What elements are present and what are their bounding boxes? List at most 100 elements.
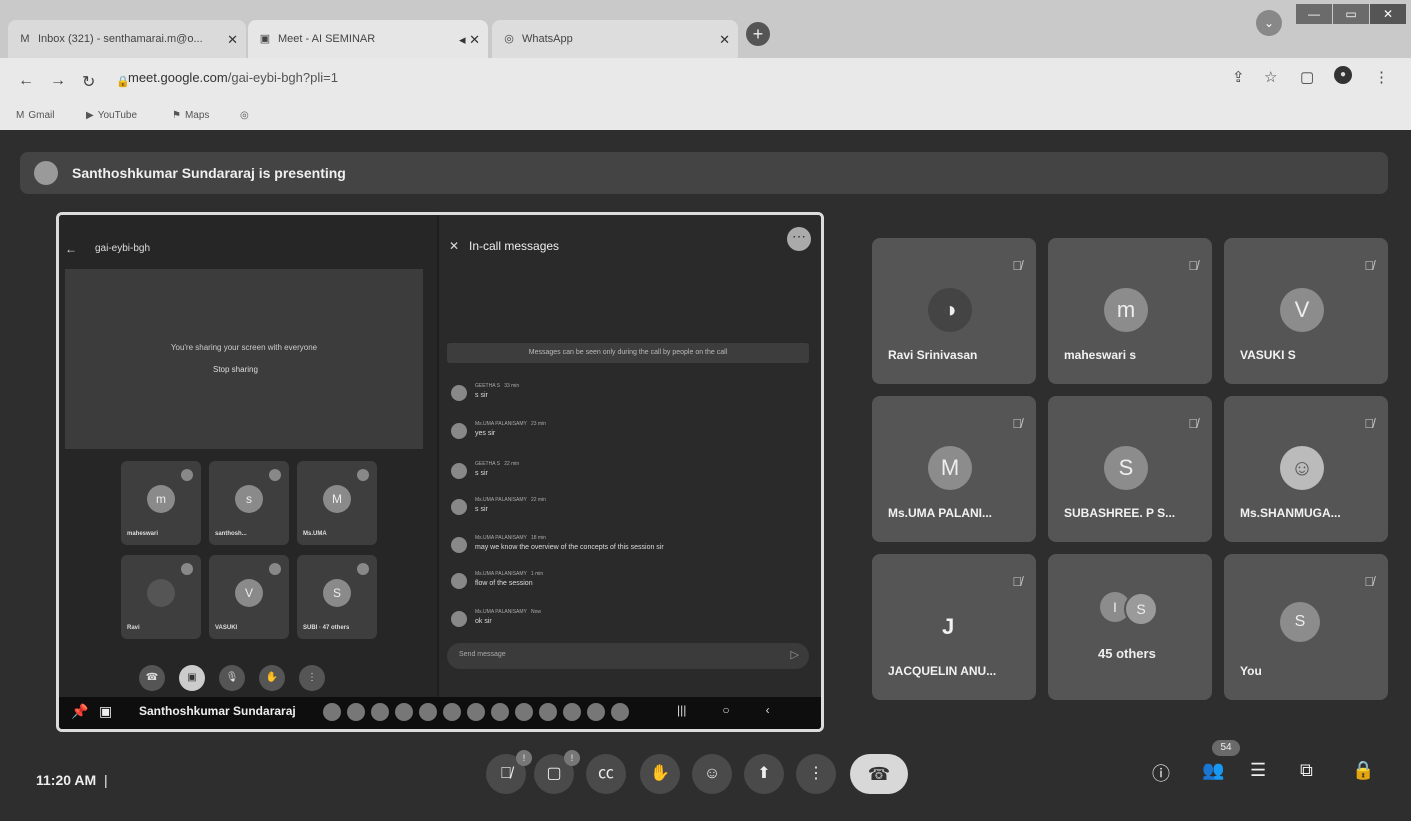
participant-tile[interactable]: 🎙̸ m maheswari s xyxy=(1048,238,1212,384)
captions-button[interactable]: ㏄ xyxy=(586,754,626,794)
tab-gmail[interactable]: M Inbox (321) - senthamarai.m@o... ✕ xyxy=(8,20,246,58)
side-panel-icon[interactable]: ▢ xyxy=(1300,68,1314,86)
shared-controls: ☎ ▣ 🎙 ✋ ⋮ xyxy=(139,665,325,693)
back-arrow-icon: ← xyxy=(65,242,77,256)
participant-tile[interactable]: 🎙̸ ☺ Ms.SHANMUGA... xyxy=(1224,396,1388,542)
maximize-button[interactable]: ▭ xyxy=(1333,4,1369,24)
app-icon xyxy=(323,703,341,721)
app-icon xyxy=(539,703,557,721)
mic-dot-icon xyxy=(181,469,193,481)
shared-screen: ← gai-eybi-bgh You're sharing your scree… xyxy=(56,212,824,732)
participant-tile[interactable]: 🎙̸ V VASUKI S xyxy=(1224,238,1388,384)
mic-off-icon: 🎙̸ xyxy=(1188,258,1198,273)
more-options-icon: ⋯ xyxy=(787,227,811,251)
avatar: M xyxy=(928,446,972,490)
back-icon[interactable]: ← xyxy=(18,72,34,90)
sharing-notice: You're sharing your screen with everyone… xyxy=(65,269,423,449)
others-tile[interactable]: I S 45 others xyxy=(1048,554,1212,700)
meeting-code: gai-eybi-bgh xyxy=(95,243,151,254)
more-options-button[interactable]: ⋮ xyxy=(796,754,836,794)
app-icon xyxy=(467,703,485,721)
close-tab-icon[interactable]: ✕ xyxy=(719,32,730,48)
minimize-button[interactable]: — xyxy=(1296,4,1332,24)
url-field[interactable]: meet.google.com/gai-eybi-bgh?pli=1 xyxy=(128,70,338,85)
avatar xyxy=(451,537,467,553)
leave-call-button[interactable]: ☎ xyxy=(850,754,908,794)
app-icon xyxy=(563,703,581,721)
participant-tile-you[interactable]: 🎙̸ S You xyxy=(1224,554,1388,700)
mic-off-icon: 🎙̸ xyxy=(1012,416,1022,431)
mic-off-icon: 🎙̸ xyxy=(1364,574,1374,589)
participant-tile[interactable]: 🎙̸ S SUBASHREE. P S... xyxy=(1048,396,1212,542)
app-icon xyxy=(443,703,461,721)
close-tab-icon[interactable]: ◂ ✕ xyxy=(459,32,480,48)
presenting-banner: Santhoshkumar Sundararaj is presenting xyxy=(20,152,1388,194)
activities-icon[interactable]: ⧉ xyxy=(1300,760,1313,781)
gmail-icon: M xyxy=(16,110,25,121)
app-icon xyxy=(419,703,437,721)
mic-dot-icon xyxy=(357,469,369,481)
present-now-button[interactable]: ⬆ xyxy=(744,754,784,794)
send-message-field: Send message ▷ xyxy=(447,643,809,669)
more-icon: ⋮ xyxy=(299,665,325,691)
warning-icon: ! xyxy=(516,750,532,766)
in-call-messages-panel: ✕ In-call messages ⋯ Messages can be see… xyxy=(439,215,821,697)
android-nav: ||| ○ ‹ xyxy=(677,703,770,717)
tab-whatsapp[interactable]: ◎ WhatsApp ✕ xyxy=(492,20,738,58)
mini-tile: V VASUKI xyxy=(209,555,289,639)
presenter-avatar xyxy=(34,161,58,185)
chat-icon[interactable]: ☰ xyxy=(1250,760,1266,781)
meet-icon: ▣ xyxy=(259,33,271,45)
emoji-reactions-button[interactable]: ☺ xyxy=(692,754,732,794)
mini-tile: m maheswari xyxy=(121,461,201,545)
reload-icon[interactable]: ↻ xyxy=(82,72,95,92)
avatar xyxy=(451,463,467,479)
new-tab-button[interactable]: + xyxy=(746,22,770,46)
share-icon[interactable]: ⇪ xyxy=(1232,68,1245,86)
people-icon[interactable]: 👥 xyxy=(1202,760,1224,781)
avatar xyxy=(451,611,467,627)
profile-avatar[interactable]: ● xyxy=(1334,66,1352,84)
taskbar-apps xyxy=(323,703,629,721)
bookmark-youtube[interactable]: ▶ YouTube xyxy=(86,110,137,121)
mini-tile: Ravi xyxy=(121,555,201,639)
mic-icon: 🎙 xyxy=(219,665,245,691)
shared-meet-view: ← gai-eybi-bgh You're sharing your scree… xyxy=(59,215,437,697)
app-icon xyxy=(371,703,389,721)
tab-label: WhatsApp xyxy=(522,33,573,45)
tab-label: Inbox (321) - senthamarai.m@o... xyxy=(38,33,203,45)
mic-dot-icon xyxy=(357,563,369,575)
camera-toggle-button[interactable]: ▢! xyxy=(534,750,580,794)
tab-search-button[interactable]: ⌄ xyxy=(1256,10,1282,36)
presenter-taskbar: 📌 ▣ Santhoshkumar Sundararaj ||| ○ ‹ xyxy=(59,697,821,729)
close-window-button[interactable]: ✕ xyxy=(1370,4,1406,24)
bookmark-maps[interactable]: ⚑ Maps xyxy=(172,110,209,121)
whatsapp-icon: ◎ xyxy=(504,33,514,45)
avatar xyxy=(451,423,467,439)
tab-meet[interactable]: ▣ Meet - AI SEMINAR ◂ ✕ xyxy=(248,20,488,58)
forward-icon[interactable]: → xyxy=(50,72,66,90)
mic-off-icon: 🎙̸ xyxy=(1364,258,1374,273)
participant-tile[interactable]: 🎙̸ J JACQUELIN ANU... xyxy=(872,554,1036,700)
meeting-details-icon[interactable]: ⓘ xyxy=(1152,760,1170,786)
globe-icon[interactable]: ◎ xyxy=(240,110,249,121)
home-icon: ○ xyxy=(722,703,730,717)
bookmarks-bar: M Gmail ▶ YouTube ⚑ Maps ◎ xyxy=(0,102,1411,130)
menu-icon[interactable]: ⋮ xyxy=(1374,68,1389,86)
close-icon: ✕ xyxy=(449,239,460,253)
participant-tile[interactable]: 🎙̸ M Ms.UMA PALANI... xyxy=(872,396,1036,542)
pin-icon: 📌 xyxy=(71,703,89,719)
host-controls-icon[interactable]: 🔒 xyxy=(1352,760,1374,781)
raise-hand-button[interactable]: ✋ xyxy=(640,754,680,794)
participant-count-badge: 54 xyxy=(1212,740,1240,756)
presenter-name: Santhoshkumar Sundararaj xyxy=(139,704,296,718)
close-tab-icon[interactable]: ✕ xyxy=(227,32,238,48)
bookmark-gmail[interactable]: M Gmail xyxy=(16,110,54,121)
mini-tile: s santhosh... xyxy=(209,461,289,545)
mic-toggle-button[interactable]: 🎙̸! xyxy=(486,750,532,794)
back-icon: ‹ xyxy=(765,703,770,717)
bookmark-star-icon[interactable]: ☆ xyxy=(1264,68,1277,86)
app-icon xyxy=(587,703,605,721)
tab-label: Meet - AI SEMINAR xyxy=(278,33,376,45)
participant-tile[interactable]: 🎙̸ ◑ Ravi Srinivasan xyxy=(872,238,1036,384)
